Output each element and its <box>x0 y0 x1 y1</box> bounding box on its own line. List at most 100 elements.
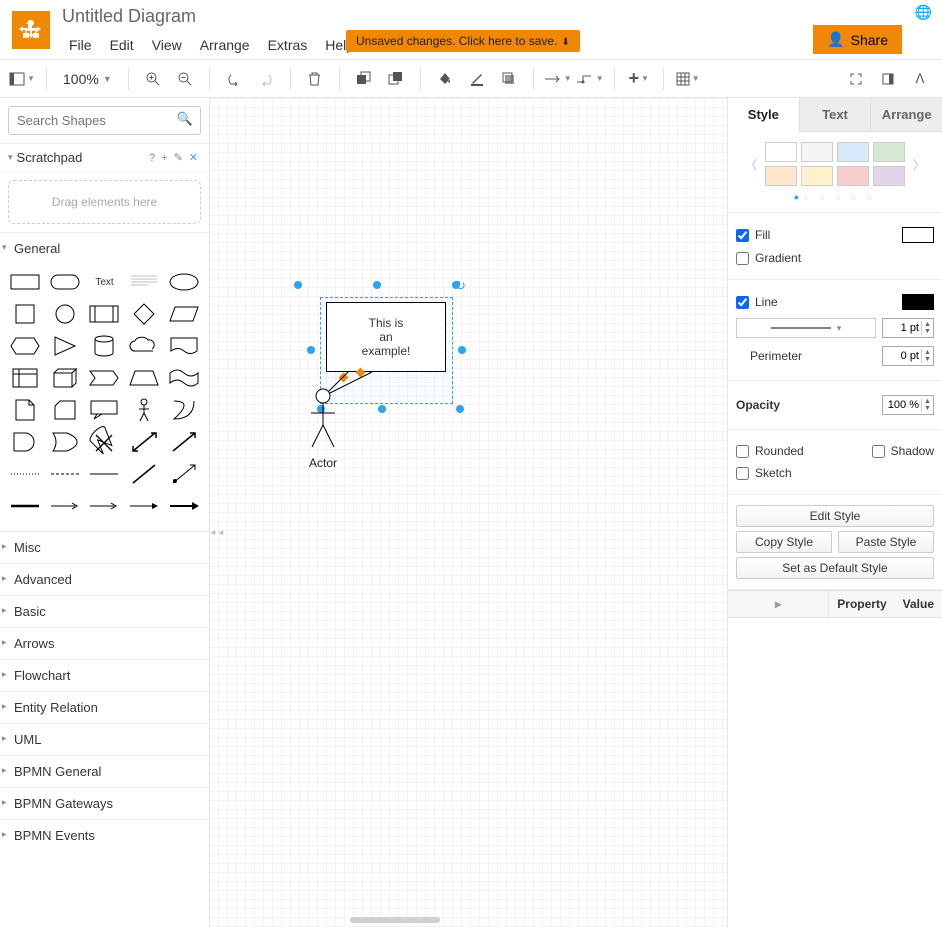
handle-nw[interactable] <box>294 281 302 289</box>
fullscreen-icon[interactable] <box>842 65 870 93</box>
actor-shape[interactable] <box>308 388 338 451</box>
shape-link[interactable] <box>165 460 203 488</box>
swatch[interactable] <box>873 166 905 186</box>
shape-connector-arrow-solid2[interactable] <box>165 492 203 520</box>
copy-style-button[interactable]: Copy Style <box>736 531 832 553</box>
delete-icon[interactable] <box>301 65 329 93</box>
swatch-next-icon[interactable]: 〉 <box>909 152 929 177</box>
shape-textbox[interactable] <box>125 268 163 296</box>
shape-rounded-rect[interactable] <box>46 268 84 296</box>
category-entity-relation[interactable]: Entity Relation <box>0 691 209 723</box>
shape-document[interactable] <box>165 332 203 360</box>
shape-connector-arrow-open[interactable] <box>46 492 84 520</box>
to-front-icon[interactable] <box>350 65 378 93</box>
handle-se[interactable] <box>456 405 464 413</box>
line-width-value[interactable] <box>883 322 921 334</box>
gradient-checkbox[interactable] <box>736 252 749 265</box>
scratchpad-edit-icon[interactable]: ✎ <box>171 151 186 164</box>
shape-card[interactable] <box>46 396 84 424</box>
opacity-value[interactable] <box>883 399 921 411</box>
shape-rect[interactable] <box>6 268 44 296</box>
scratchpad-add-icon[interactable]: + <box>158 152 170 164</box>
shape-ellipse[interactable] <box>165 268 203 296</box>
line-width-input[interactable]: ▲▼ <box>882 318 934 338</box>
category-basic[interactable]: Basic <box>0 595 209 627</box>
swatch-prev-icon[interactable]: 〈 <box>741 152 761 177</box>
shape-cloud[interactable] <box>125 332 163 360</box>
line-checkbox[interactable] <box>736 296 749 309</box>
tab-arrange[interactable]: Arrange <box>870 98 942 132</box>
shape-diamond[interactable] <box>125 300 163 328</box>
shape-bidir-arrow[interactable] <box>125 428 163 456</box>
swatch[interactable] <box>765 166 797 186</box>
undo-icon[interactable] <box>220 65 248 93</box>
shape-process[interactable] <box>86 300 124 328</box>
menu-edit[interactable]: Edit <box>101 33 143 57</box>
add-icon[interactable]: +▼ <box>625 65 653 93</box>
set-default-style-button[interactable]: Set as Default Style <box>736 557 934 579</box>
tab-text[interactable]: Text <box>799 98 871 132</box>
shape-note[interactable] <box>6 396 44 424</box>
shape-and[interactable] <box>6 428 44 456</box>
shape-trapezoid[interactable] <box>125 364 163 392</box>
zoom-in-icon[interactable] <box>139 65 167 93</box>
menu-view[interactable]: View <box>143 33 191 57</box>
handle-e[interactable] <box>458 346 466 354</box>
shape-circle[interactable] <box>46 300 84 328</box>
horizontal-scrollbar[interactable] <box>350 917 440 923</box>
save-hint-button[interactable]: Unsaved changes. Click here to save. <box>346 30 580 52</box>
menu-file[interactable]: File <box>60 33 101 57</box>
line-color-swatch[interactable] <box>902 294 934 310</box>
category-bpmn-general[interactable]: BPMN General <box>0 755 209 787</box>
handle-n[interactable] <box>373 281 381 289</box>
canvas-area[interactable]: ◄◄ This is an example! ↻ Actor <box>210 98 727 927</box>
collapse-right-icon[interactable]: ᐱ <box>906 65 934 93</box>
tab-style[interactable]: Style <box>728 98 799 132</box>
zoom-level[interactable]: 100%▼ <box>57 71 118 87</box>
view-sidebar-icon[interactable]: ▼ <box>8 65 36 93</box>
scratchpad-close-icon[interactable]: ✕ <box>186 151 201 164</box>
category-general[interactable]: General <box>0 232 209 264</box>
category-advanced[interactable]: Advanced <box>0 563 209 595</box>
menu-arrange[interactable]: Arrange <box>191 33 259 57</box>
collapse-left-icon[interactable]: ◄◄ <box>210 528 225 537</box>
perimeter-value[interactable] <box>883 350 921 362</box>
fill-color-swatch[interactable] <box>902 227 934 243</box>
edit-style-button[interactable]: Edit Style <box>736 505 934 527</box>
shadow-icon[interactable] <box>495 65 523 93</box>
search-input[interactable] <box>8 106 201 135</box>
redo-icon[interactable] <box>252 65 280 93</box>
shape-callout[interactable] <box>86 396 124 424</box>
shape-hexagon[interactable] <box>6 332 44 360</box>
category-arrows[interactable]: Arrows <box>0 627 209 659</box>
swatch[interactable] <box>837 166 869 186</box>
opacity-input[interactable]: ▲▼ <box>882 395 934 415</box>
category-uml[interactable]: UML <box>0 723 209 755</box>
swatch[interactable] <box>837 142 869 162</box>
swatch[interactable] <box>873 142 905 162</box>
table-icon[interactable]: ▼ <box>674 65 702 93</box>
scratchpad-drop[interactable]: Drag elements here <box>8 180 201 224</box>
menu-extras[interactable]: Extras <box>259 33 317 57</box>
shape-square[interactable] <box>6 300 44 328</box>
handle-w[interactable] <box>307 346 315 354</box>
handle-ne[interactable] <box>452 281 460 289</box>
shape-or[interactable] <box>46 428 84 456</box>
line-style-select[interactable] <box>736 318 876 338</box>
line-color-icon[interactable] <box>463 65 491 93</box>
shape-line[interactable] <box>86 460 124 488</box>
shape-parallelogram[interactable] <box>165 300 203 328</box>
shadow-checkbox[interactable] <box>872 445 885 458</box>
category-bpmn-events[interactable]: BPMN Events <box>0 819 209 851</box>
shape-triangle[interactable] <box>46 332 84 360</box>
shape-arrow[interactable] <box>165 428 203 456</box>
to-back-icon[interactable] <box>382 65 410 93</box>
shape-connector-thick[interactable] <box>6 492 44 520</box>
scratchpad-help-icon[interactable]: ? <box>146 152 158 164</box>
shape-bidir-line[interactable] <box>125 460 163 488</box>
swatch[interactable] <box>765 142 797 162</box>
perimeter-input[interactable]: ▲▼ <box>882 346 934 366</box>
shape-internal[interactable] <box>6 364 44 392</box>
shape-line-dashed[interactable] <box>46 460 84 488</box>
shape-connector-arrow-solid[interactable] <box>125 492 163 520</box>
